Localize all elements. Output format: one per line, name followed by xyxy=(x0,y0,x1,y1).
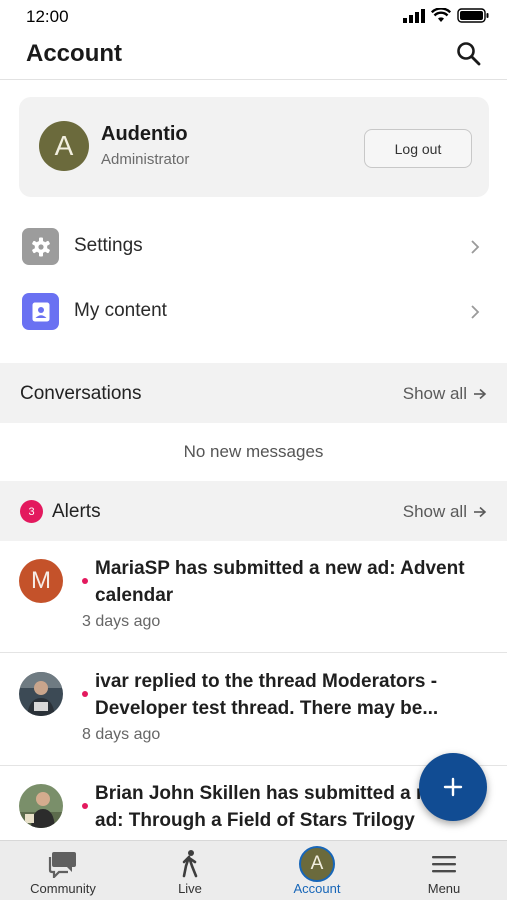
tab-community[interactable]: Community xyxy=(0,841,126,900)
avatar[interactable] xyxy=(19,672,63,716)
unread-dot xyxy=(82,578,88,584)
alert-item[interactable]: M MariaSP has submitted a new ad: Advent… xyxy=(0,541,507,653)
alert-time: 8 days ago xyxy=(82,726,161,743)
alerts-count-badge: 3 xyxy=(20,500,43,523)
unread-dot xyxy=(82,691,88,697)
unread-dot xyxy=(82,803,88,809)
status-time: 12:00 xyxy=(26,7,69,26)
section-title: Alerts xyxy=(52,501,101,522)
logout-button[interactable]: Log out xyxy=(364,129,472,168)
empty-conversations-message: No new messages xyxy=(183,442,324,461)
chevron-right-icon xyxy=(471,305,480,319)
alerts-show-all-link[interactable]: Show all xyxy=(403,502,487,522)
page-title: Account xyxy=(26,40,122,67)
tab-live[interactable]: Live xyxy=(127,841,253,900)
menu-item-label: Settings xyxy=(74,235,143,256)
wifi-icon xyxy=(431,8,451,22)
tab-menu[interactable]: Menu xyxy=(381,841,507,900)
arrow-right-icon xyxy=(474,506,487,518)
avatar[interactable]: M xyxy=(19,559,63,603)
search-button[interactable] xyxy=(455,40,483,68)
conversations-show-all-link[interactable]: Show all xyxy=(403,384,487,404)
alerts-header: 3 Alerts Show all xyxy=(0,481,507,541)
alert-text: ivar replied to the thread Moderators - … xyxy=(95,671,439,719)
alert-item[interactable]: ivar replied to the thread Moderators - … xyxy=(0,654,507,766)
alert-text: Brian John Skillen has submitted a new a… xyxy=(95,783,453,831)
profile-card: A Audentio Administrator Log out xyxy=(19,97,489,197)
hamburger-icon xyxy=(428,848,460,880)
alert-text: MariaSP has submitted a new ad: Advent c… xyxy=(95,558,465,606)
show-all-label: Show all xyxy=(402,384,467,403)
conversations-header: Conversations Show all xyxy=(0,363,507,423)
tab-account[interactable]: A Account xyxy=(254,841,380,900)
tab-label: Menu xyxy=(427,881,461,896)
bottom-tab-bar: Community Live A Account Menu xyxy=(0,840,507,900)
signal-icon xyxy=(403,8,425,23)
alert-time: 3 days ago xyxy=(82,613,161,630)
plus-icon xyxy=(443,777,463,797)
chevron-right-icon xyxy=(471,240,480,254)
gear-icon xyxy=(22,228,59,265)
app-header: Account xyxy=(0,32,507,80)
section-title: Conversations xyxy=(20,383,142,404)
tab-label: Account xyxy=(293,881,341,896)
battery-icon xyxy=(457,8,489,23)
menu-item-settings[interactable]: Settings xyxy=(0,218,507,276)
chat-bubble-icon xyxy=(47,848,79,880)
arrow-right-icon xyxy=(474,388,487,400)
tab-label: Live xyxy=(178,881,202,896)
profile-name[interactable]: Audentio xyxy=(101,123,188,146)
create-fab-button[interactable] xyxy=(419,753,487,821)
menu-item-my-content[interactable]: My content xyxy=(0,283,507,341)
menu-item-label: My content xyxy=(74,300,167,321)
avatar[interactable]: A xyxy=(39,121,89,171)
status-icons xyxy=(403,8,489,23)
avatar-icon: A xyxy=(299,846,335,882)
user-card-icon xyxy=(22,293,59,330)
avatar[interactable] xyxy=(19,784,63,828)
show-all-label: Show all xyxy=(402,502,467,521)
walking-person-icon xyxy=(174,848,206,880)
profile-role: Administrator xyxy=(101,151,190,168)
status-bar: 12:00 xyxy=(0,0,507,32)
tab-label: Community xyxy=(30,881,96,896)
search-icon xyxy=(457,42,481,66)
